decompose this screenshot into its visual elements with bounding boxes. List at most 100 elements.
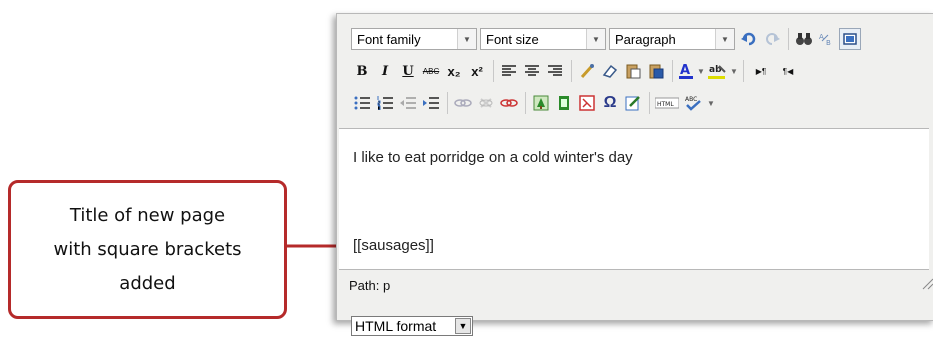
link-button[interactable] xyxy=(452,92,474,114)
redo-button[interactable] xyxy=(761,28,783,50)
outdent-button[interactable] xyxy=(397,92,419,114)
paragraph-label: Paragraph xyxy=(615,31,676,47)
highlight-color-button[interactable]: ab xyxy=(706,60,728,82)
indent-button[interactable] xyxy=(420,92,442,114)
font-size-label: Font size xyxy=(486,31,539,47)
align-left-button[interactable] xyxy=(498,60,520,82)
chevron-down-icon[interactable]: ▼ xyxy=(729,67,739,76)
resize-grip-icon[interactable] xyxy=(920,276,933,290)
toolbar-separator xyxy=(743,60,744,82)
rtl-button[interactable]: ¶◀ xyxy=(775,60,801,82)
bullet-list-button[interactable] xyxy=(351,92,373,114)
edit-button[interactable] xyxy=(622,92,644,114)
toolbar-row-2: B I U ABC x₂ x² A ▼ ab ▼ ▶¶ ¶◀ xyxy=(351,58,802,84)
undo-icon xyxy=(741,32,756,46)
italic-button[interactable]: I xyxy=(374,60,396,82)
toolbar-separator xyxy=(788,28,789,50)
toolbar-separator xyxy=(525,92,526,114)
toolbar-separator xyxy=(493,60,494,82)
fullscreen-button[interactable] xyxy=(839,28,861,50)
chevron-down-icon: ▼ xyxy=(455,318,471,334)
outdent-icon xyxy=(400,97,416,109)
image-icon xyxy=(533,95,549,111)
numbered-list-icon xyxy=(377,96,393,110)
toolbar-separator xyxy=(571,60,572,82)
paste-word-icon xyxy=(649,64,664,79)
paste-word-button[interactable] xyxy=(645,60,667,82)
chevron-down-icon: ▼ xyxy=(586,29,605,49)
toolbar-separator xyxy=(649,92,650,114)
chevron-down-icon[interactable]: ▼ xyxy=(696,67,706,76)
highlight-icon: ab xyxy=(708,65,726,79)
editor-content[interactable]: I like to eat porridge on a cold winter'… xyxy=(339,128,929,270)
redo-icon xyxy=(766,33,780,45)
film-icon xyxy=(559,96,569,110)
align-center-button[interactable] xyxy=(521,60,543,82)
link-icon xyxy=(454,99,472,107)
font-family-dropdown[interactable]: Font family ▼ xyxy=(351,28,477,50)
binoculars-icon xyxy=(796,33,812,45)
anchor-link-icon xyxy=(500,99,518,107)
embed-icon xyxy=(579,95,595,111)
special-char-button[interactable]: Ω xyxy=(599,92,621,114)
align-left-icon xyxy=(502,65,516,76)
clipboard-icon xyxy=(626,64,641,79)
unlink-icon xyxy=(479,98,493,108)
toolbar-row-1: Font family ▼ Font size ▼ Paragraph ▼ AB xyxy=(351,26,862,52)
insert-media-button[interactable] xyxy=(553,92,575,114)
undo-button[interactable] xyxy=(738,28,760,50)
html-source-button[interactable]: HTML xyxy=(654,92,680,114)
annotation-callout: Title of new page with square brackets a… xyxy=(8,180,287,319)
find-button[interactable] xyxy=(793,28,815,50)
align-center-icon xyxy=(525,65,539,76)
embed-button[interactable] xyxy=(576,92,598,114)
format-select-value: HTML format xyxy=(355,318,437,334)
rich-text-editor: Font family ▼ Font size ▼ Paragraph ▼ AB… xyxy=(336,13,933,321)
anchor-button[interactable] xyxy=(498,92,520,114)
align-right-button[interactable] xyxy=(544,60,566,82)
brush-icon xyxy=(580,64,594,79)
paragraph-dropdown[interactable]: Paragraph ▼ xyxy=(609,28,735,50)
remove-format-button[interactable] xyxy=(599,60,621,82)
underline-button[interactable]: U xyxy=(397,60,419,82)
ltr-button[interactable]: ▶¶ xyxy=(748,60,774,82)
html-icon: HTML xyxy=(655,97,679,109)
align-right-icon xyxy=(548,65,562,76)
superscript-button[interactable]: x² xyxy=(466,60,488,82)
bold-button[interactable]: B xyxy=(351,60,373,82)
indent-icon xyxy=(423,97,439,109)
unlink-button[interactable] xyxy=(475,92,497,114)
text-color-glyph: A xyxy=(680,63,690,78)
chevron-down-icon: ▼ xyxy=(457,29,476,49)
font-size-dropdown[interactable]: Font size ▼ xyxy=(480,28,606,50)
strikethrough-button[interactable]: ABC xyxy=(420,60,442,82)
replace-button[interactable]: AB xyxy=(816,28,838,50)
content-line-1[interactable]: I like to eat porridge on a cold winter'… xyxy=(353,149,633,166)
insert-image-button[interactable] xyxy=(530,92,552,114)
toolbar-row-3: Ω HTML ABC ▼ xyxy=(351,90,716,116)
subscript-button[interactable]: x₂ xyxy=(443,60,465,82)
chevron-down-icon[interactable]: ▼ xyxy=(706,99,716,108)
html-glyph: HTML xyxy=(657,101,674,108)
content-line-2[interactable]: [[sausages]] xyxy=(353,237,434,254)
format-select[interactable]: HTML format ▼ xyxy=(351,316,473,336)
bullet-list-icon xyxy=(354,96,370,110)
font-family-label: Font family xyxy=(357,31,421,47)
spellcheck-button[interactable]: ABC xyxy=(681,92,705,114)
callout-text: Title of new page with square brackets a… xyxy=(53,204,242,294)
replace-icon: AB xyxy=(819,33,831,47)
text-color-button[interactable]: A xyxy=(677,60,695,82)
chevron-down-icon: ▼ xyxy=(715,29,734,49)
numbered-list-button[interactable] xyxy=(374,92,396,114)
svg-text:B: B xyxy=(826,39,831,47)
path-bar: Path: p xyxy=(349,278,391,293)
spellcheck-icon: ABC xyxy=(685,96,701,111)
toolbar-separator xyxy=(672,60,673,82)
spellcheck-glyph: ABC xyxy=(685,96,697,103)
fullscreen-icon xyxy=(843,33,857,45)
cleanup-button[interactable] xyxy=(576,60,598,82)
pencil-note-icon xyxy=(625,96,640,111)
eraser-icon xyxy=(602,64,618,78)
toolbar-separator xyxy=(447,92,448,114)
paste-text-button[interactable] xyxy=(622,60,644,82)
